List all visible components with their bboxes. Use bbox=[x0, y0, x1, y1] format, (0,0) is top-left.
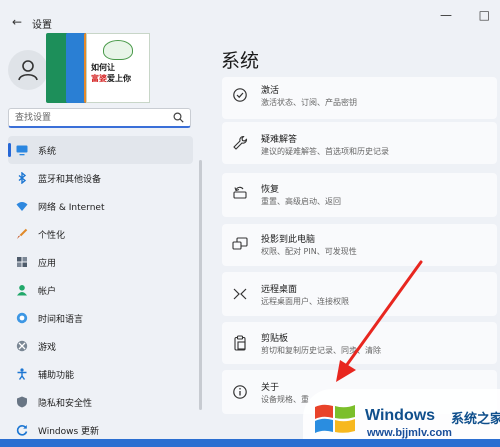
sidebar-item-system[interactable]: 系统 bbox=[8, 136, 193, 164]
card-subtitle: 剪切和复制历史记录、同步、清除 bbox=[261, 346, 381, 355]
cover-line-3: 爱上你 bbox=[107, 74, 131, 83]
sidebar-item-label: 帐户 bbox=[38, 287, 57, 297]
search-box[interactable] bbox=[8, 108, 191, 128]
card-subtitle: 建议的疑难解答、首选项和历史记录 bbox=[261, 147, 389, 156]
sidebar-item-label: 系统 bbox=[38, 147, 57, 157]
selection-indicator bbox=[8, 143, 11, 157]
minimize-button[interactable]: — bbox=[440, 8, 452, 32]
xbox-icon bbox=[16, 340, 28, 352]
wifi-icon bbox=[16, 202, 28, 211]
app-title: 设置 bbox=[32, 20, 52, 31]
update-icon bbox=[16, 425, 28, 436]
cover-line-1: 如何让 bbox=[91, 63, 115, 72]
sidebar-nav: 系统 蓝牙和其他设备 网络 & Internet 个性化 应用 帐户 时间和语言… bbox=[8, 136, 193, 444]
card-remote-desktop[interactable]: 远程桌面 远程桌面用户、连接权限 bbox=[222, 272, 497, 316]
sidebar-item-label: Windows 更新 bbox=[38, 427, 100, 437]
sidebar-item-label: 游戏 bbox=[38, 343, 57, 353]
sidebar-scrollbar[interactable] bbox=[199, 160, 202, 410]
card-clipboard[interactable]: 剪贴板 剪切和复制历史记录、同步、清除 bbox=[222, 322, 497, 364]
card-title: 关于 bbox=[261, 383, 280, 393]
sidebar-item-time-language[interactable]: 时间和语言 bbox=[8, 304, 193, 332]
pig-illustration bbox=[103, 40, 133, 60]
sidebar-item-label: 应用 bbox=[38, 259, 57, 269]
card-subtitle: 重置、高级启动、返回 bbox=[261, 197, 341, 206]
sidebar-item-label: 辅助功能 bbox=[38, 371, 75, 381]
maximize-button[interactable]: □ bbox=[479, 8, 490, 32]
sidebar-item-label: 个性化 bbox=[38, 231, 66, 241]
card-title: 远程桌面 bbox=[261, 285, 298, 295]
sidebar-item-label: 时间和语言 bbox=[38, 315, 84, 325]
sidebar-item-privacy[interactable]: 隐私和安全性 bbox=[8, 388, 193, 416]
window-controls: — □ bbox=[430, 8, 500, 32]
cover-line-2: 富婆 bbox=[91, 74, 107, 83]
card-subtitle: 远程桌面用户、连接权限 bbox=[261, 297, 349, 306]
card-subtitle: 激活状态、订阅、产品密钥 bbox=[261, 98, 357, 107]
avatar[interactable] bbox=[8, 50, 48, 90]
card-title: 剪贴板 bbox=[261, 334, 289, 344]
sidebar-item-label: 隐私和安全性 bbox=[38, 399, 93, 409]
person-icon bbox=[17, 285, 27, 296]
check-circle-icon bbox=[233, 88, 247, 102]
page-title: 系统 bbox=[221, 50, 260, 72]
card-title: 疑难解答 bbox=[261, 135, 298, 145]
taskbar-edge bbox=[0, 439, 500, 447]
card-recovery[interactable]: 恢复 重置、高级启动、返回 bbox=[222, 173, 497, 217]
card-subtitle: 权限、配对 PIN、可发现性 bbox=[261, 247, 357, 256]
sidebar-item-gaming[interactable]: 游戏 bbox=[8, 332, 193, 360]
card-project-to-pc[interactable]: 投影到此电脑 权限、配对 PIN、可发现性 bbox=[222, 224, 497, 266]
shield-icon bbox=[17, 396, 27, 408]
info-icon bbox=[233, 385, 247, 399]
sidebar-item-label: 网络 & Internet bbox=[38, 203, 105, 213]
sidebar-item-accessibility[interactable]: 辅助功能 bbox=[8, 360, 193, 388]
clipboard-icon bbox=[234, 335, 246, 351]
watermark-brand-cn: 系统之家 bbox=[451, 412, 500, 427]
watermark-url: www.bjjmlv.com bbox=[367, 427, 452, 439]
book-cover: 如何让 富婆爱上你 bbox=[86, 33, 150, 103]
brush-icon bbox=[17, 228, 28, 239]
display-icon bbox=[16, 145, 28, 156]
book-covers-image: 如何让 富婆爱上你 bbox=[46, 33, 150, 103]
project-icon bbox=[232, 237, 248, 250]
back-button[interactable]: ← bbox=[12, 15, 22, 29]
search-input[interactable] bbox=[15, 111, 165, 125]
watermark-brand: Windows bbox=[365, 407, 436, 424]
search-icon[interactable] bbox=[173, 112, 184, 123]
card-subtitle: 设备规格、重 bbox=[261, 395, 309, 404]
windows-logo-icon bbox=[315, 404, 355, 433]
sidebar-item-bluetooth[interactable]: 蓝牙和其他设备 bbox=[8, 164, 193, 192]
sidebar-item-label: 蓝牙和其他设备 bbox=[38, 175, 102, 185]
card-troubleshoot[interactable]: 疑难解答 建议的疑难解答、首选项和历史记录 bbox=[222, 122, 497, 164]
card-title: 恢复 bbox=[261, 185, 280, 195]
accessibility-icon bbox=[17, 368, 27, 380]
bluetooth-icon bbox=[18, 172, 27, 184]
card-title: 激活 bbox=[261, 86, 280, 96]
sidebar-item-accounts[interactable]: 帐户 bbox=[8, 276, 193, 304]
person-icon bbox=[18, 60, 38, 81]
card-title: 投影到此电脑 bbox=[261, 235, 316, 245]
sidebar-item-network[interactable]: 网络 & Internet bbox=[8, 192, 193, 220]
sidebar-item-personalization[interactable]: 个性化 bbox=[8, 220, 193, 248]
sidebar-item-apps[interactable]: 应用 bbox=[8, 248, 193, 276]
card-activation[interactable]: 激活 激活状态、订阅、产品密钥 bbox=[222, 77, 497, 119]
wrench-icon bbox=[233, 135, 248, 150]
globe-clock-icon bbox=[16, 312, 28, 324]
recovery-icon bbox=[233, 186, 247, 199]
remote-desktop-icon bbox=[233, 288, 247, 300]
apps-icon bbox=[17, 257, 27, 267]
